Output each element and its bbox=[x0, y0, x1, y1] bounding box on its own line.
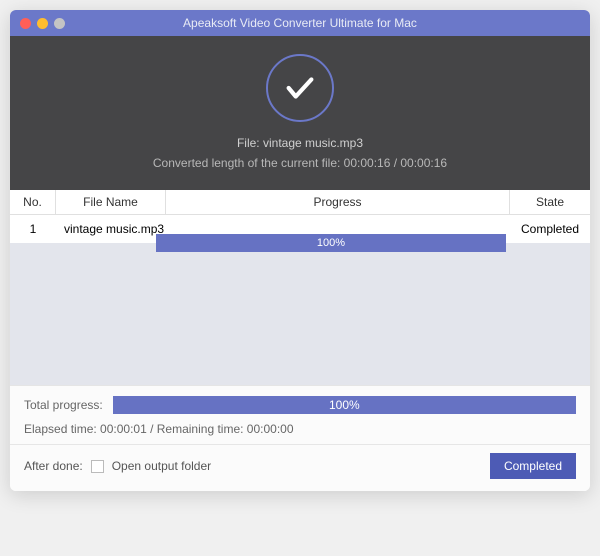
after-done-label: After done: bbox=[24, 459, 83, 473]
titlebar: Apeaksoft Video Converter Ultimate for M… bbox=[10, 10, 590, 36]
total-progress-label: Total progress: bbox=[24, 398, 103, 412]
table-body: 1 vintage music.mp3 100% Completed bbox=[10, 215, 590, 385]
converted-length-label: Converted length of the current file: 00… bbox=[10, 156, 590, 170]
total-progress-text: 100% bbox=[329, 398, 360, 412]
col-header-name: File Name bbox=[56, 190, 166, 214]
window-title: Apeaksoft Video Converter Ultimate for M… bbox=[10, 16, 590, 30]
close-icon[interactable] bbox=[20, 18, 31, 29]
row-number: 1 bbox=[10, 217, 56, 241]
app-window: Apeaksoft Video Converter Ultimate for M… bbox=[10, 10, 590, 491]
open-folder-checkbox[interactable] bbox=[91, 460, 104, 473]
minimize-icon[interactable] bbox=[37, 18, 48, 29]
divider bbox=[10, 444, 590, 445]
row-state: Completed bbox=[510, 217, 590, 241]
after-done-left: After done: Open output folder bbox=[24, 459, 211, 473]
completed-button[interactable]: Completed bbox=[490, 453, 576, 479]
total-progress-bar: 100% bbox=[113, 396, 576, 414]
maximize-icon[interactable] bbox=[54, 18, 65, 29]
col-header-state: State bbox=[510, 190, 590, 214]
footer: Total progress: 100% Elapsed time: 00:00… bbox=[10, 385, 590, 491]
current-file-label: File: vintage music.mp3 bbox=[10, 136, 590, 150]
window-controls bbox=[20, 18, 65, 29]
table-header: No. File Name Progress State bbox=[10, 190, 590, 215]
status-panel: File: vintage music.mp3 Converted length… bbox=[10, 36, 590, 190]
row-progress-bar: 100% bbox=[156, 234, 506, 252]
row-progress-text: 100% bbox=[317, 237, 345, 249]
success-check-icon bbox=[266, 54, 334, 122]
open-folder-label: Open output folder bbox=[112, 459, 211, 473]
col-header-no: No. bbox=[10, 190, 56, 214]
col-header-progress: Progress bbox=[166, 190, 510, 214]
row-filename: vintage music.mp3 bbox=[56, 217, 166, 241]
time-info: Elapsed time: 00:00:01 / Remaining time:… bbox=[24, 422, 576, 436]
total-progress-row: Total progress: 100% bbox=[24, 396, 576, 414]
table-row[interactable]: 1 vintage music.mp3 100% Completed bbox=[10, 215, 590, 243]
after-done-row: After done: Open output folder Completed bbox=[24, 453, 576, 479]
